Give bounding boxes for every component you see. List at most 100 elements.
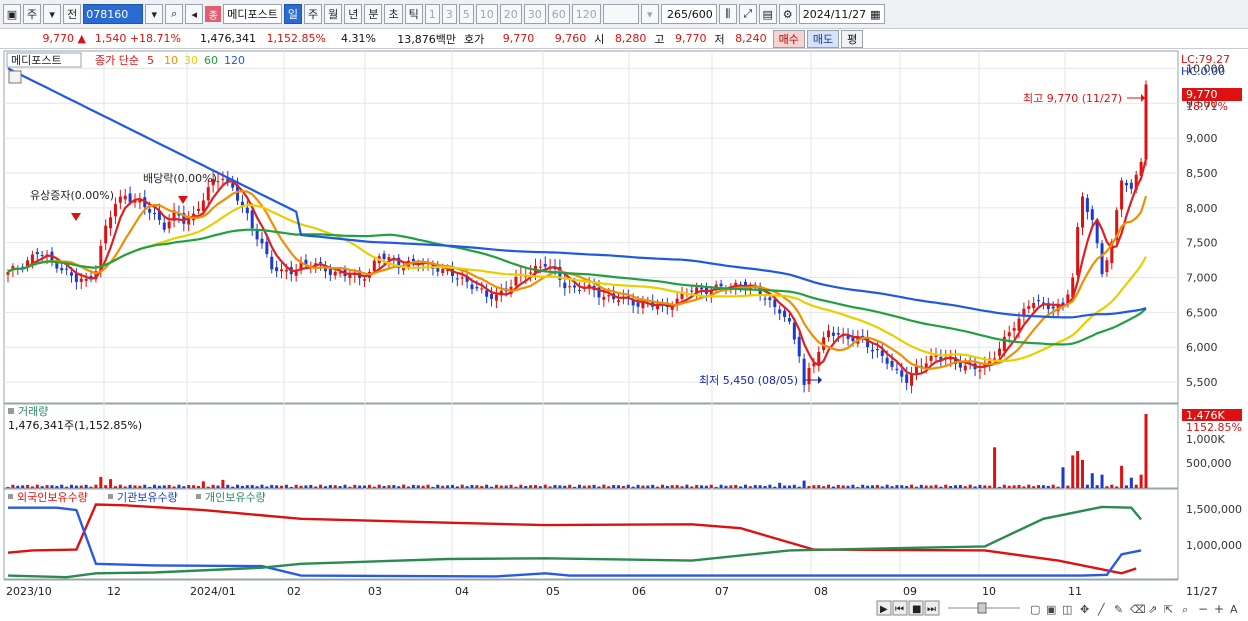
interval-dropdown-icon[interactable]: ▾ <box>640 4 659 24</box>
calculator-icon[interactable] <box>8 70 22 84</box>
window-icon[interactable]: ▣ <box>3 4 21 24</box>
search-icon[interactable]: ⌕ <box>165 4 184 24</box>
zoom-slider-handle[interactable] <box>977 602 987 614</box>
candle-body <box>778 309 782 314</box>
period-minute[interactable]: 분 <box>364 4 383 24</box>
high-price: 9,770 <box>675 32 707 45</box>
interval-3[interactable]: 3 <box>441 4 457 24</box>
volume-bar <box>1041 485 1045 488</box>
line-draw-icon[interactable]: ╱ <box>1097 602 1106 616</box>
candle-body <box>221 178 225 180</box>
volume-bar <box>846 485 850 488</box>
volume-bar <box>363 485 367 488</box>
interval-60[interactable]: 60 <box>547 4 570 24</box>
candle-body <box>963 365 967 371</box>
period-week[interactable]: 주 <box>303 4 323 24</box>
window-split-icon[interactable]: ◫ <box>1062 603 1072 616</box>
chart-window: ▣ 주 ▾ 전 078160 ▾ ⌕ ◂ 종 메디포스트 일 주 월 년 분 초… <box>0 0 1248 621</box>
ask-price: 9,770 <box>502 32 535 45</box>
zoom-in-icon[interactable]: + <box>1214 602 1224 616</box>
volume-bar <box>426 484 430 488</box>
export-icon-2[interactable]: ⇱ <box>1164 603 1173 616</box>
candle-body <box>1076 227 1080 276</box>
volume-bar <box>656 486 660 488</box>
volume-bar <box>113 486 117 488</box>
date-input[interactable]: 2024/11/27 ▦ <box>798 4 885 24</box>
gear-icon[interactable]: ⚙ <box>778 4 797 24</box>
candle-body <box>875 349 879 351</box>
candle-body <box>993 358 997 360</box>
interval-5[interactable]: 5 <box>458 4 474 24</box>
volume-bar <box>201 481 205 488</box>
data-count-input[interactable]: 265/600 <box>660 4 717 24</box>
interval-120[interactable]: 120 <box>571 4 601 24</box>
stock-code-input[interactable]: 078160 <box>83 4 144 24</box>
volume-bar <box>612 485 616 488</box>
interval-1[interactable]: 1 <box>424 4 440 24</box>
interval-30[interactable]: 30 <box>523 4 546 24</box>
volume-bar <box>973 486 977 488</box>
font-size-icon[interactable]: A <box>1230 603 1238 616</box>
period-second[interactable]: 초 <box>384 4 403 24</box>
candle-type-icon[interactable]: ⫼ <box>718 4 737 24</box>
volume-bar <box>968 484 972 488</box>
low-price: 8,240 <box>735 32 767 45</box>
prev-button[interactable]: 전 <box>63 4 82 24</box>
custom-interval-input[interactable] <box>602 4 639 24</box>
save-icon[interactable]: ▤ <box>758 4 777 24</box>
line-tool-icon[interactable]: ⤢ <box>738 4 757 24</box>
candle-body <box>773 299 777 308</box>
candle-body <box>475 286 479 289</box>
period-tick[interactable]: 틱 <box>404 4 423 24</box>
volume-bar <box>1129 477 1133 488</box>
magnifier-icon[interactable]: ⌕ <box>1182 603 1188 616</box>
volume-bar <box>958 485 962 488</box>
calendar-icon[interactable]: ▦ <box>870 8 880 21</box>
volume-bar <box>260 484 264 488</box>
chevron-down-icon[interactable]: ▾ <box>43 4 62 24</box>
layout-icon[interactable]: ▢ <box>1030 603 1040 616</box>
volume-bar <box>524 485 528 488</box>
average-button[interactable]: 평 <box>841 29 864 48</box>
candle-body <box>910 374 914 386</box>
date-tick-label: 07 <box>715 585 729 598</box>
interval-20[interactable]: 20 <box>499 4 522 24</box>
eraser-icon[interactable]: ⌫ <box>1130 603 1146 616</box>
candle-body <box>914 366 918 373</box>
volume-bar <box>724 485 728 488</box>
volume-bar <box>1037 485 1041 488</box>
volume-bar <box>270 484 274 488</box>
export-icon[interactable]: ⇗ <box>1148 603 1157 616</box>
volume-bar <box>929 485 933 488</box>
cursor-icon[interactable]: ✥ <box>1080 603 1089 616</box>
volume-bar <box>328 485 332 488</box>
volume-bar <box>1002 484 1006 488</box>
period-month[interactable]: 월 <box>324 4 343 24</box>
text-tool-icon[interactable]: ✎ <box>1114 603 1123 616</box>
period-day[interactable]: 일 <box>283 4 302 24</box>
high-label: 고 <box>654 32 665 46</box>
svg-text:▶: ▶ <box>880 604 888 615</box>
volume-ratio: 1,152.85% <box>266 32 326 45</box>
interval-10[interactable]: 10 <box>475 4 498 24</box>
candle-body <box>807 367 811 385</box>
code-dropdown-icon[interactable]: ▾ <box>145 4 164 24</box>
period-year[interactable]: 년 <box>344 4 363 24</box>
candle-body <box>690 290 694 292</box>
volume-bar <box>631 486 635 488</box>
volume-bar <box>807 485 811 488</box>
volume-bar <box>240 485 244 488</box>
volume-bar <box>665 485 669 488</box>
date-tick-label: 03 <box>368 585 382 598</box>
market-select[interactable]: 주 <box>23 4 42 24</box>
volume-bar <box>153 484 157 488</box>
grid-icon[interactable]: ▣ <box>1046 603 1056 616</box>
stock-chart[interactable]: 메디포스트 종가 단순 5 10 30 60 120 LC:79.27 HC:0… <box>0 50 1248 621</box>
candle-body <box>280 269 284 272</box>
volume-bar <box>993 447 997 488</box>
candle-body <box>1081 196 1085 228</box>
speaker-icon[interactable]: ◂ <box>185 4 204 24</box>
zoom-out-icon[interactable]: − <box>1198 602 1208 616</box>
buy-button[interactable]: 매수 <box>772 29 805 48</box>
sell-button[interactable]: 매도 <box>806 29 840 48</box>
